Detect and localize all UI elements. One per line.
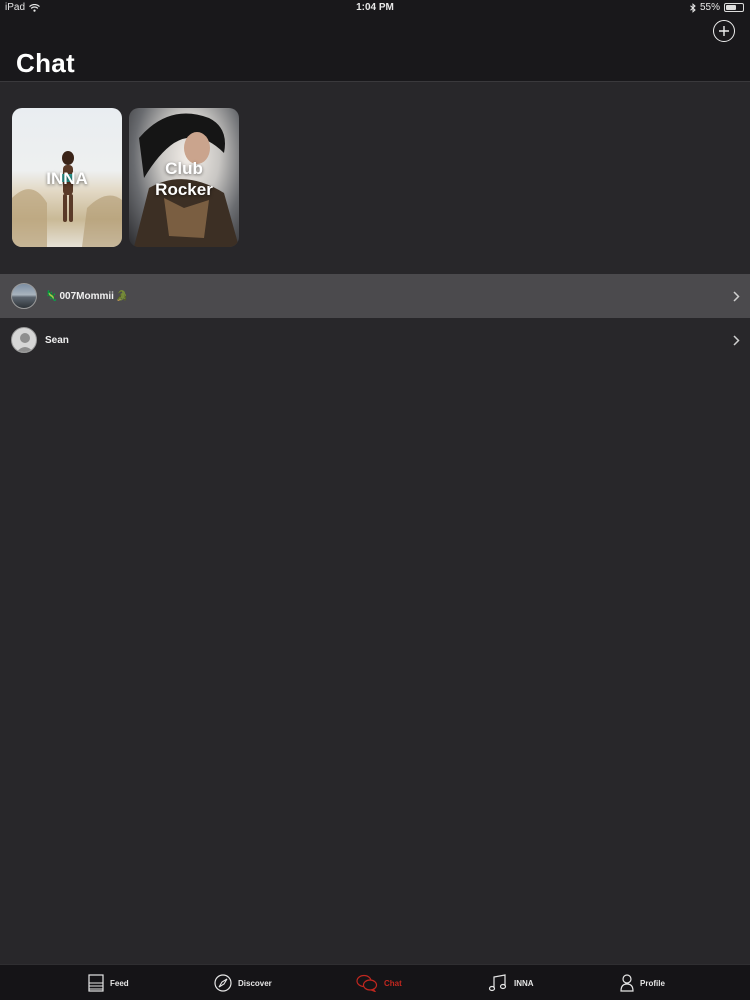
status-time: 1:04 PM	[356, 2, 394, 13]
card-label: Club Rocker	[155, 159, 213, 199]
chevron-right-icon	[733, 334, 740, 346]
chat-name-text: 007Mommii	[59, 290, 114, 302]
tab-label: INNA	[514, 978, 534, 988]
avatar	[11, 283, 37, 309]
chat-name: Sean	[45, 335, 69, 346]
chat-name: 🦎 007Mommii 🐊	[45, 291, 128, 302]
status-right: 55%	[690, 2, 744, 13]
compass-icon	[214, 974, 232, 992]
tab-label: Profile	[640, 978, 665, 988]
music-note-icon	[488, 974, 507, 992]
chat-bubbles-icon	[356, 974, 378, 992]
tab-label: Discover	[238, 978, 272, 988]
add-button[interactable]	[713, 20, 735, 42]
tab-feed[interactable]: Feed	[88, 965, 129, 1000]
tab-chat[interactable]: Chat	[356, 965, 402, 1000]
avatar	[11, 327, 37, 353]
prefix-emoji: 🦎	[45, 290, 58, 302]
tab-label: Feed	[110, 978, 129, 988]
card-label: INNA	[46, 169, 88, 188]
battery-icon	[724, 3, 744, 12]
plus-circle-icon	[719, 26, 729, 36]
bluetooth-icon	[690, 2, 696, 13]
tab-label: Chat	[384, 978, 402, 988]
chevron-right-icon	[733, 290, 740, 302]
tab-bar: Feed Discover Chat INNA Profile	[0, 964, 750, 1000]
card-club-rocker[interactable]: Club Rocker	[129, 108, 239, 247]
page-title: Chat	[16, 48, 75, 78]
channel-cards: INNA Club Rocker	[12, 108, 239, 247]
battery-fill	[726, 5, 736, 10]
tab-profile[interactable]: Profile	[620, 965, 665, 1000]
person-silhouette-icon	[16, 333, 34, 352]
tab-inna[interactable]: INNA	[488, 965, 534, 1000]
chat-row[interactable]: 🦎 007Mommii 🐊	[0, 274, 750, 318]
card-inna[interactable]: INNA	[12, 108, 122, 247]
chat-list: 🦎 007Mommii 🐊 Sean	[0, 274, 750, 362]
tab-discover[interactable]: Discover	[214, 965, 272, 1000]
suffix-emoji: 🐊	[115, 290, 129, 302]
chat-name-text: Sean	[45, 334, 69, 346]
battery-percent: 55%	[699, 2, 720, 13]
person-icon	[620, 974, 634, 992]
status-bar: iPad 1:04 PM 55%	[0, 0, 750, 16]
chat-row[interactable]: Sean	[0, 318, 750, 362]
feed-icon	[88, 974, 104, 992]
header: Chat	[0, 16, 750, 82]
